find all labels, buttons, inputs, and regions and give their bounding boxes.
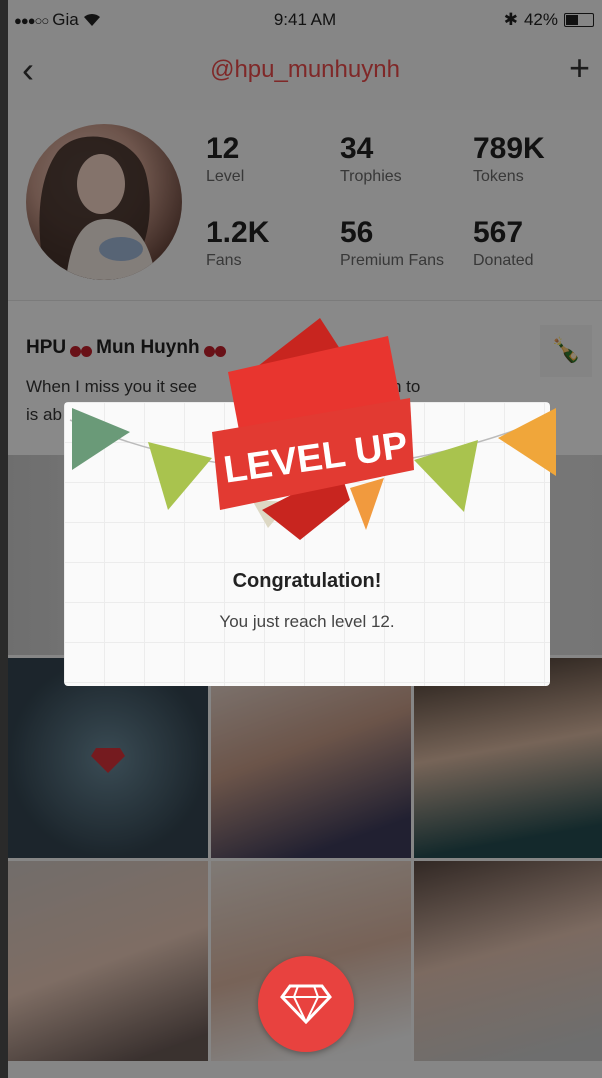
level-up-dialog[interactable]: Congratulation! You just reach level 12.: [64, 402, 550, 686]
dialog-heading: Congratulation!: [232, 570, 382, 592]
diamond-fab-button[interactable]: [258, 956, 354, 1052]
diamond-icon: [280, 984, 332, 1024]
dialog-message: You just reach level 12.: [219, 612, 395, 631]
